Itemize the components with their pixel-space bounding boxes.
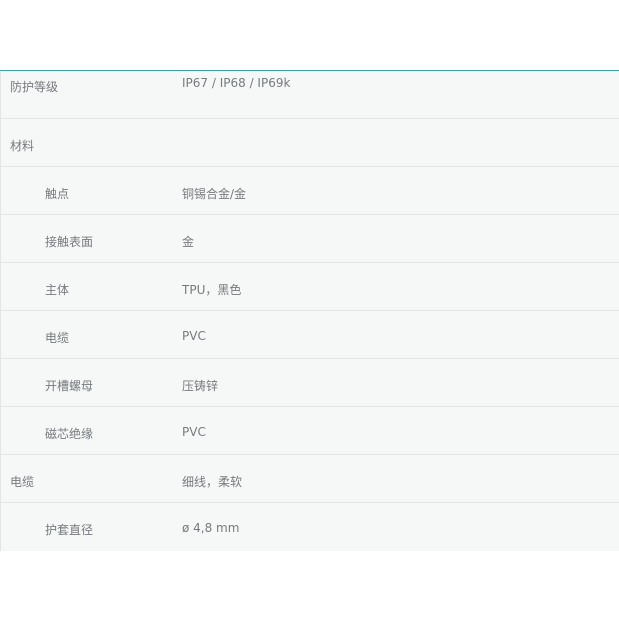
spec-row-body: 主体 TPU，黑色 [0, 263, 619, 311]
spec-table: 防护等级 IP67 / IP68 / IP69k 材料 触点 铜锡合金/金 接触… [0, 70, 619, 551]
spec-row-cable: 电缆 细线，柔软 [0, 455, 619, 503]
spec-value: PVC [182, 425, 206, 439]
spec-label: 防护等级 [10, 80, 59, 94]
spec-label: 电缆 [45, 331, 70, 345]
spec-label: 触点 [45, 187, 70, 201]
spec-row-protection: 防护等级 IP67 / IP68 / IP69k [0, 71, 619, 119]
spec-row-core-insulation: 磁芯绝缘 PVC [0, 407, 619, 455]
spec-value: 铜锡合金/金 [182, 187, 247, 201]
spec-label: 主体 [45, 283, 70, 297]
spec-value: 金 [182, 235, 195, 249]
spec-row-material: 材料 [0, 119, 619, 167]
spec-label: 磁芯绝缘 [45, 427, 94, 441]
spec-row-slotted-nut: 开槽螺母 压铸锌 [0, 359, 619, 407]
spec-label: 护套直径 [45, 523, 94, 537]
spec-row-contacts: 触点 铜锡合金/金 [0, 167, 619, 215]
spec-value: TPU，黑色 [182, 283, 242, 297]
spec-label: 电缆 [10, 475, 35, 489]
spec-value: IP67 / IP68 / IP69k [182, 76, 291, 90]
spec-row-sheath-diameter: 护套直径 ø 4,8 mm [0, 503, 619, 551]
spec-value: ø 4,8 mm [182, 521, 240, 535]
spec-label: 材料 [10, 139, 35, 153]
spec-row-contact-surface: 接触表面 金 [0, 215, 619, 263]
spec-row-cable-material: 电缆 PVC [0, 311, 619, 359]
spec-label: 接触表面 [45, 235, 94, 249]
spec-value: 压铸锌 [182, 379, 219, 393]
spec-value: 细线，柔软 [182, 475, 243, 489]
spec-value: PVC [182, 329, 206, 343]
spec-label: 开槽螺母 [45, 379, 94, 393]
